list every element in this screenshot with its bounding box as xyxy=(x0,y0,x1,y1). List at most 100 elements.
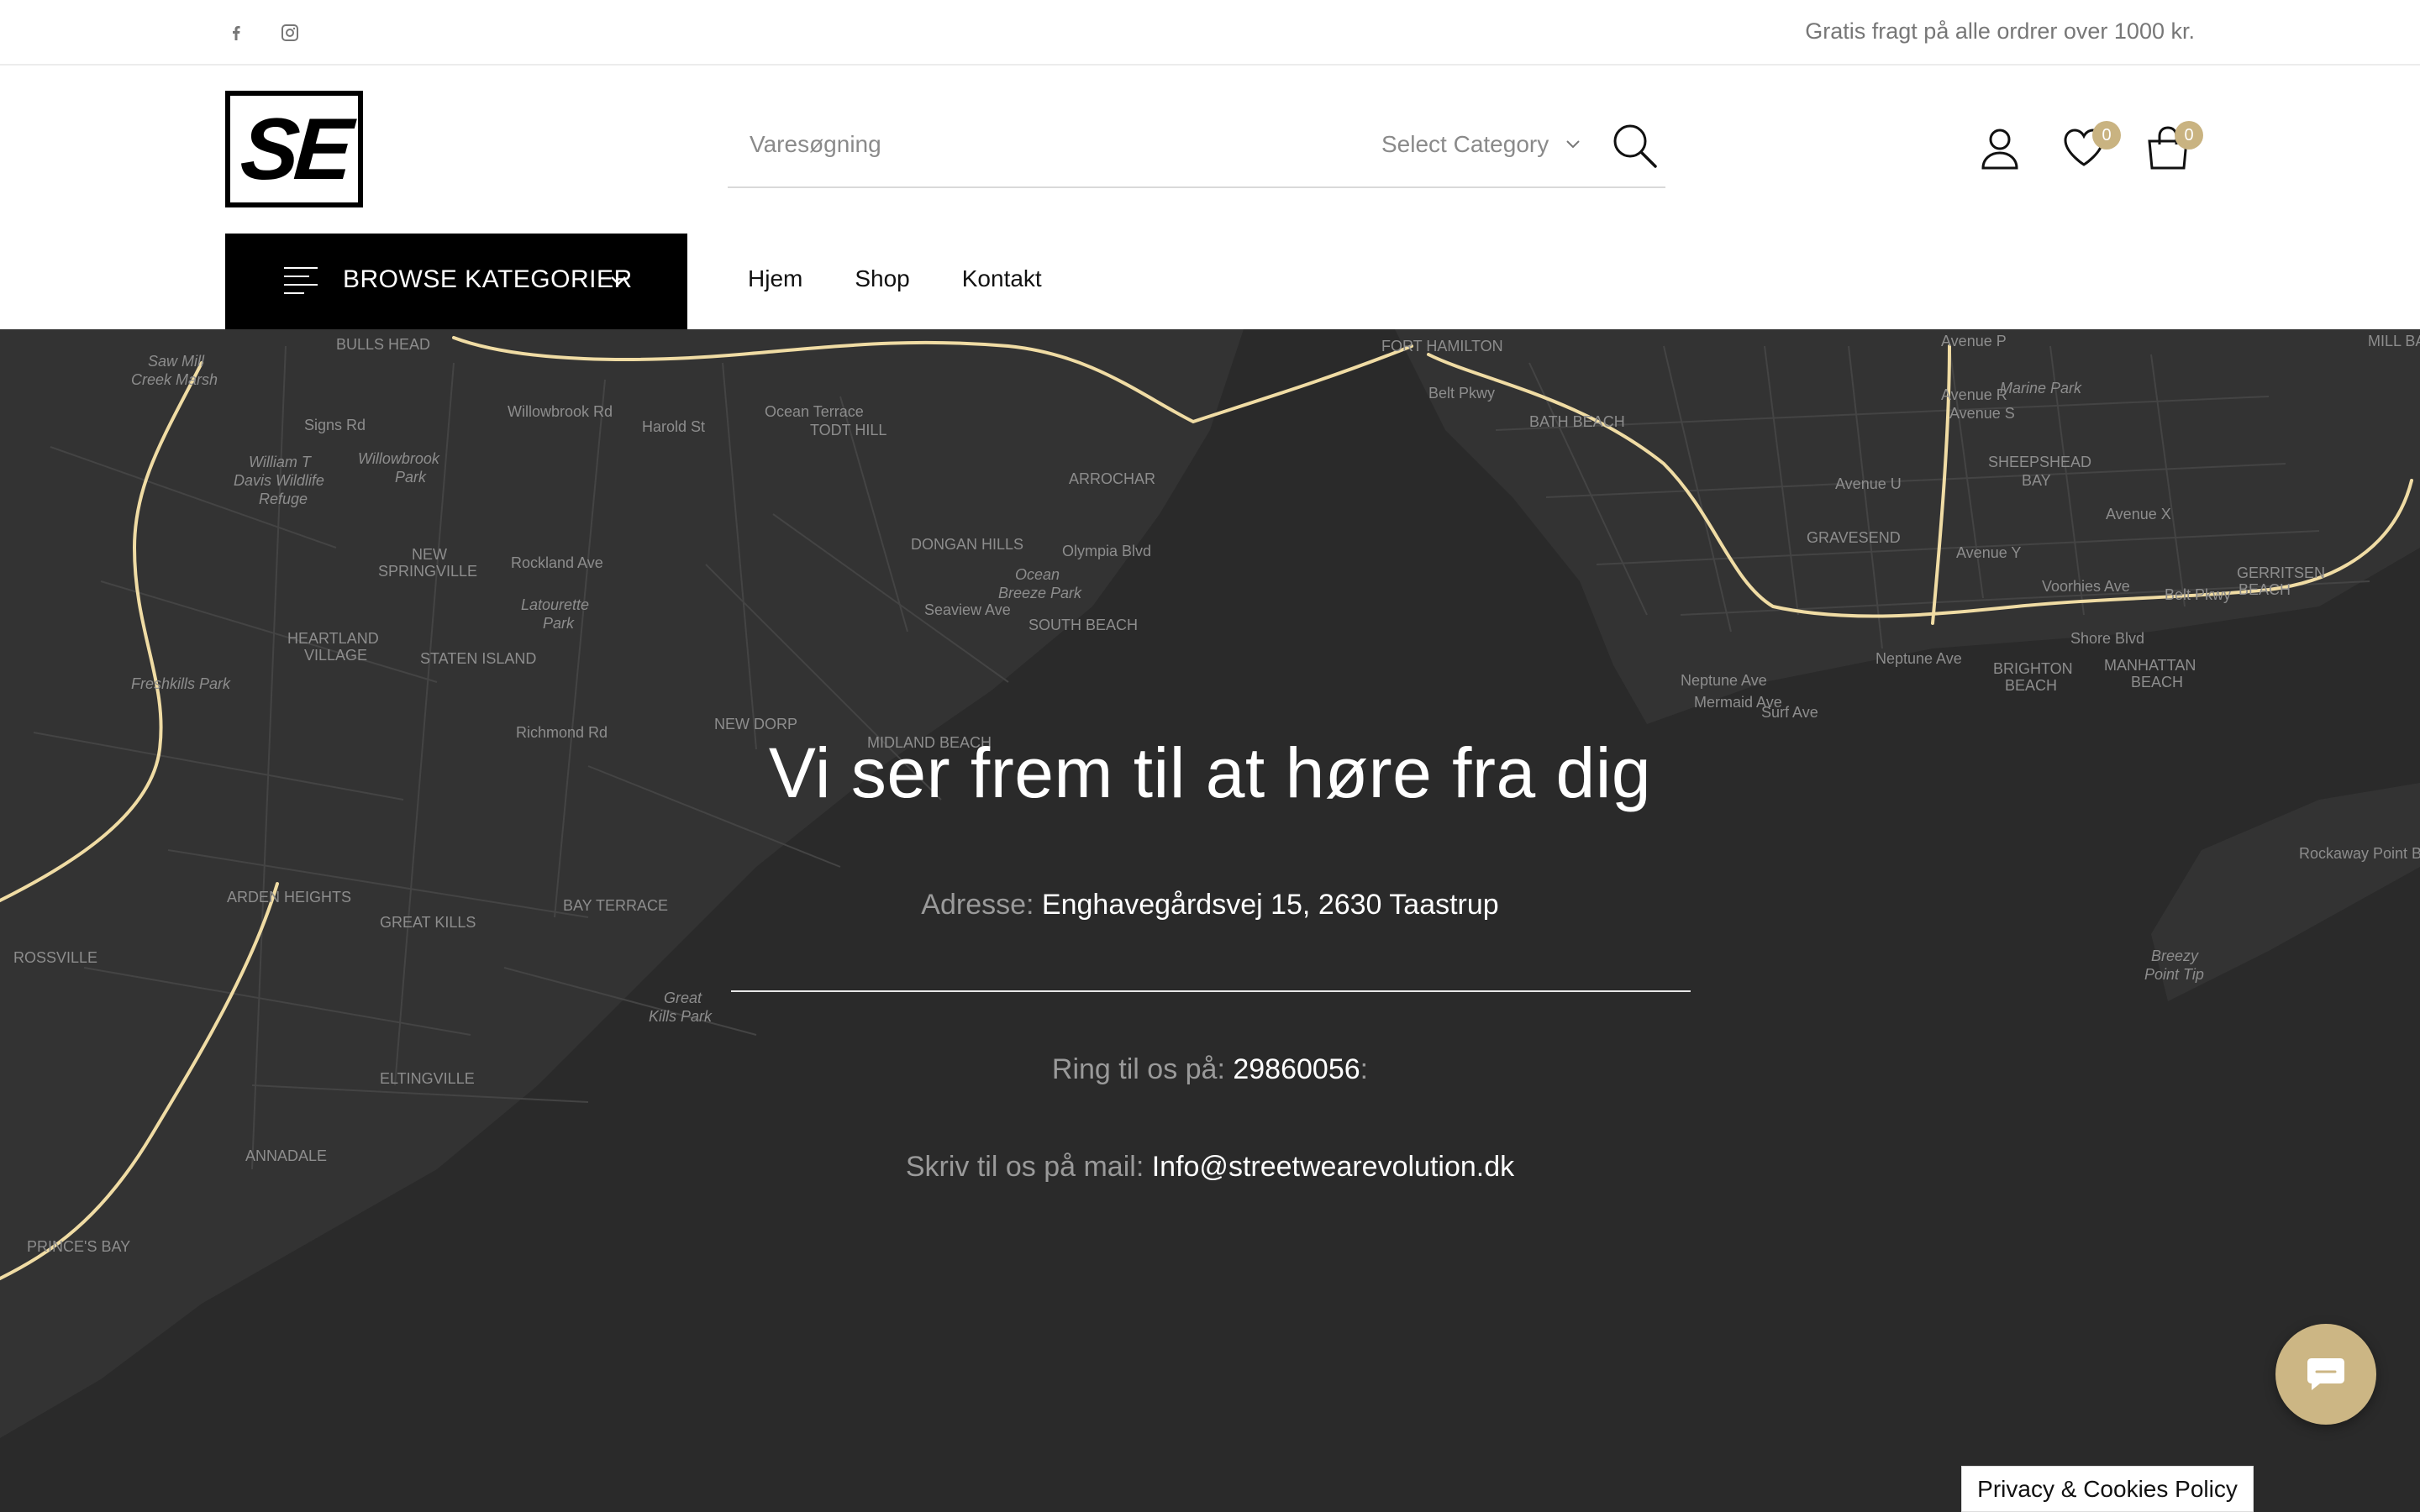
svg-text:Ocean: Ocean xyxy=(1015,566,1060,583)
svg-text:Freshkills Park: Freshkills Park xyxy=(131,675,231,692)
svg-text:Olympia Blvd: Olympia Blvd xyxy=(1062,543,1151,559)
svg-text:Surf Ave: Surf Ave xyxy=(1761,704,1818,721)
address-value: Enghavegårdsvej 15, 2630 Taastrup xyxy=(1041,889,1499,921)
svg-text:BEACH: BEACH xyxy=(2238,581,2291,598)
svg-text:Refuge: Refuge xyxy=(259,491,308,507)
phone-label: Ring til os på: xyxy=(1051,1053,1225,1085)
svg-text:Saw Mill: Saw Mill xyxy=(148,353,205,370)
svg-text:Park: Park xyxy=(543,615,575,632)
phone-value[interactable]: 29860056 xyxy=(1233,1053,1360,1085)
svg-text:GRAVESEND: GRAVESEND xyxy=(1807,529,1901,546)
svg-text:SHEEPSHEAD: SHEEPSHEAD xyxy=(1988,454,2091,470)
privacy-cookies-button[interactable]: Privacy & Cookies Policy xyxy=(1961,1466,2254,1512)
top-bar: Gratis fragt på alle ordrer over 1000 kr… xyxy=(0,0,2420,66)
svg-text:Shore Blvd: Shore Blvd xyxy=(2070,630,2144,647)
svg-text:Latourette: Latourette xyxy=(521,596,589,613)
svg-text:TODT HILL: TODT HILL xyxy=(810,422,886,438)
chat-button[interactable] xyxy=(2275,1324,2376,1425)
svg-text:Point Tip: Point Tip xyxy=(2144,966,2204,983)
browse-categories-button[interactable]: BROWSE KATEGORIER xyxy=(225,234,687,329)
svg-text:Avenue R: Avenue R xyxy=(1941,386,2007,403)
svg-text:PRINCE'S BAY: PRINCE'S BAY xyxy=(27,1238,130,1255)
mail-value[interactable]: Info@streetwearevolution.dk xyxy=(1152,1151,1514,1183)
svg-text:NEW: NEW xyxy=(412,546,447,563)
svg-text:SPRINGVILLE: SPRINGVILLE xyxy=(378,563,477,580)
svg-text:Avenue S: Avenue S xyxy=(1949,405,2015,422)
svg-text:Seaview Ave: Seaview Ave xyxy=(924,601,1011,618)
contact-heading: Vi ser frem til at høre fra dig xyxy=(768,733,1652,812)
nav-item-hjem[interactable]: Hjem xyxy=(748,265,802,292)
social-links xyxy=(225,22,301,44)
svg-text:Avenue Y: Avenue Y xyxy=(1956,544,2021,561)
search-input[interactable]: Varesøgning xyxy=(750,131,881,158)
svg-text:BATH BEACH: BATH BEACH xyxy=(1529,413,1625,430)
svg-text:Neptune Ave: Neptune Ave xyxy=(1681,672,1767,689)
svg-text:ROSSVILLE: ROSSVILLE xyxy=(13,949,97,966)
chevron-down-icon xyxy=(611,276,626,286)
main-nav: Hjem Shop Kontakt xyxy=(748,265,1094,292)
svg-text:NEW DORP: NEW DORP xyxy=(714,716,797,732)
svg-text:Breeze Park: Breeze Park xyxy=(998,585,1082,601)
svg-text:DONGAN HILLS: DONGAN HILLS xyxy=(911,536,1023,553)
svg-text:William T: William T xyxy=(249,454,313,470)
svg-text:MILL BASIN: MILL BASIN xyxy=(2368,333,2420,349)
address-line: Adresse: Enghavegårdsvej 15, 2630 Taastr… xyxy=(0,889,2420,921)
map-background: Saw Mill Creek Marsh Willowbrook Park Wi… xyxy=(0,329,2420,1512)
svg-text:Willowbrook Rd: Willowbrook Rd xyxy=(508,403,613,420)
account-icon[interactable] xyxy=(1976,124,2023,171)
chat-bubble-icon xyxy=(2307,1358,2344,1390)
svg-text:Avenue X: Avenue X xyxy=(2106,506,2171,522)
svg-text:HEARTLAND: HEARTLAND xyxy=(287,630,379,647)
svg-text:BAY: BAY xyxy=(2022,472,2051,489)
wishlist-button[interactable]: 0 xyxy=(2060,121,2128,175)
svg-text:FORT HAMILTON: FORT HAMILTON xyxy=(1381,338,1503,354)
site-header: SE Varesøgning Select Category 0 0 BROWS… xyxy=(0,66,2420,329)
svg-text:MANHATTAN: MANHATTAN xyxy=(2104,657,2196,674)
chevron-down-icon xyxy=(1566,140,1580,149)
svg-text:Creek Marsh: Creek Marsh xyxy=(131,371,218,388)
svg-text:Harold St: Harold St xyxy=(642,418,705,435)
category-select[interactable]: Select Category xyxy=(1381,131,1581,158)
svg-text:BRIGHTON: BRIGHTON xyxy=(1993,660,2073,677)
logo-text: SE xyxy=(237,100,351,198)
svg-text:Kills Park: Kills Park xyxy=(649,1008,713,1025)
svg-text:VILLAGE: VILLAGE xyxy=(304,647,367,664)
svg-text:Willowbrook: Willowbrook xyxy=(358,450,440,467)
svg-text:Davis Wildlife: Davis Wildlife xyxy=(234,472,324,489)
svg-text:Rockaway Point Blvd: Rockaway Point Blvd xyxy=(2299,845,2420,862)
free-shipping-notice: Gratis fragt på alle ordrer over 1000 kr… xyxy=(1805,18,2195,44)
cart-button[interactable]: 0 xyxy=(2144,121,2212,175)
svg-text:Signs Rd: Signs Rd xyxy=(304,417,366,433)
divider xyxy=(731,990,1691,992)
search-icon[interactable] xyxy=(1610,121,1659,170)
cart-count-badge: 0 xyxy=(2175,121,2203,150)
search-bar: Varesøgning Select Category xyxy=(728,102,1665,188)
svg-text:Great: Great xyxy=(664,990,702,1006)
svg-text:Neptune Ave: Neptune Ave xyxy=(1876,650,1962,667)
svg-text:Ocean Terrace: Ocean Terrace xyxy=(765,403,864,420)
svg-text:ARROCHAR: ARROCHAR xyxy=(1069,470,1155,487)
svg-text:Rockland Ave: Rockland Ave xyxy=(511,554,603,571)
svg-text:BEACH: BEACH xyxy=(2005,677,2057,694)
category-select-label: Select Category xyxy=(1381,131,1549,157)
svg-text:Voorhies Ave: Voorhies Ave xyxy=(2042,578,2130,595)
browse-categories-label: BROWSE KATEGORIER xyxy=(343,265,633,293)
svg-text:BEACH: BEACH xyxy=(2131,674,2183,690)
site-logo[interactable]: SE xyxy=(225,91,363,207)
wishlist-count-badge: 0 xyxy=(2092,121,2121,150)
svg-text:Avenue P: Avenue P xyxy=(1941,333,2007,349)
phone-line: Ring til os på: 29860056: xyxy=(0,1053,2420,1086)
svg-text:Belt Pkwy: Belt Pkwy xyxy=(1428,385,1495,402)
instagram-icon[interactable] xyxy=(279,22,301,44)
nav-item-shop[interactable]: Shop xyxy=(855,265,909,292)
svg-text:SOUTH BEACH: SOUTH BEACH xyxy=(1028,617,1138,633)
svg-text:Belt Pkwy: Belt Pkwy xyxy=(2165,586,2231,603)
svg-text:Avenue U: Avenue U xyxy=(1835,475,1902,492)
svg-text:Breezy: Breezy xyxy=(2151,948,2199,964)
svg-text:Park: Park xyxy=(395,469,427,486)
nav-item-kontakt[interactable]: Kontakt xyxy=(962,265,1042,292)
phone-suffix: : xyxy=(1360,1053,1369,1085)
facebook-icon[interactable] xyxy=(225,22,247,44)
svg-text:Marine Park: Marine Park xyxy=(2000,380,2082,396)
address-label: Adresse: xyxy=(921,889,1034,921)
